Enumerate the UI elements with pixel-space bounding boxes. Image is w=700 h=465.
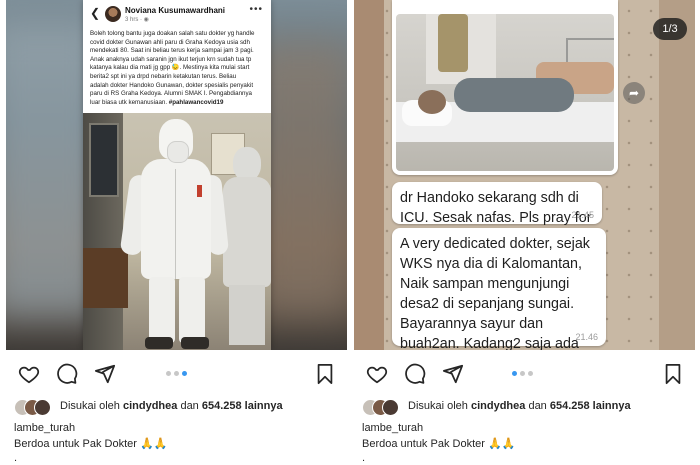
carousel-indicator xyxy=(166,371,190,377)
back-arrow-icon: ❮ xyxy=(90,6,101,20)
heart-icon[interactable] xyxy=(366,363,388,385)
comment-icon[interactable] xyxy=(404,363,426,385)
fb-author-name: Noviana Kusumawardhani xyxy=(125,6,226,15)
liker-avatars xyxy=(14,398,54,416)
chat-message: dr Handoko sekarang sdh di ICU. Sesak na… xyxy=(392,182,602,246)
chat-message-time: 21.45 xyxy=(571,210,594,220)
hashtag: #pahlawancovid19 xyxy=(168,98,224,106)
carousel-dot xyxy=(174,371,179,376)
carousel-counter: 1/3 xyxy=(653,18,687,40)
heart-icon[interactable] xyxy=(18,363,40,385)
carousel-dot-active xyxy=(512,371,517,376)
fb-author-avatar xyxy=(105,6,121,22)
share-icon[interactable] xyxy=(442,363,464,385)
post-username[interactable]: lambe_turah xyxy=(14,422,75,434)
post-caption: Berdoa untuk Pak Dokter 🙏🙏 xyxy=(362,438,516,450)
chat-message-time: 21.46 xyxy=(575,332,598,342)
avatar xyxy=(34,399,51,416)
bookmark-icon[interactable] xyxy=(662,363,684,385)
likes-text: Disukai oleh cindydhea dan 654.258 lainn… xyxy=(408,400,631,412)
fb-post-header: ❮ Noviana Kusumawardhani 3 hrs · ◉ ••• xyxy=(83,0,271,26)
more-options-icon: ••• xyxy=(249,4,263,15)
fb-post-time: 3 hrs · ◉ xyxy=(125,17,149,23)
chat-image-bubble xyxy=(392,0,618,175)
carousel-dot xyxy=(528,371,533,376)
carousel-dot-active xyxy=(182,371,187,376)
fb-post-text: Boleh tolong bantu juga doakan salah sat… xyxy=(90,30,255,106)
forward-icon[interactable]: ➦ xyxy=(623,82,645,104)
carousel-indicator xyxy=(512,371,536,377)
fb-photo-doctor-in-ppe xyxy=(83,113,271,350)
likes-row[interactable]: Disukai oleh cindydhea dan 654.258 lainn… xyxy=(362,398,692,416)
likes-text: Disukai oleh cindydhea dan 654.258 lainn… xyxy=(60,400,283,412)
chat-message-text: A very dedicated dokter, sejak WKS nya d… xyxy=(400,236,590,350)
share-icon[interactable] xyxy=(94,363,116,385)
caption-more: . xyxy=(362,452,366,464)
facebook-post-card: ❮ Noviana Kusumawardhani 3 hrs · ◉ ••• B… xyxy=(83,0,271,350)
post-actions xyxy=(354,350,695,396)
chat-message: A very dedicated dokter, sejak WKS nya d… xyxy=(392,228,606,350)
post-image-chat-screenshot[interactable]: dr Handoko sekarang sdh di ICU. Sesak na… xyxy=(354,0,695,350)
post-actions xyxy=(6,350,347,396)
liker-avatars xyxy=(362,398,402,416)
post-left: ❮ Noviana Kusumawardhani 3 hrs · ◉ ••• B… xyxy=(6,0,347,465)
globe-icon: ◉ xyxy=(143,17,149,23)
caption-more: . xyxy=(14,452,18,464)
post-caption: Berdoa untuk Pak Dokter 🙏🙏 xyxy=(14,438,168,450)
carousel-dot xyxy=(166,371,171,376)
likes-row[interactable]: Disukai oleh cindydhea dan 654.258 lainn… xyxy=(14,398,344,416)
carousel-dot xyxy=(520,371,525,376)
post-username[interactable]: lambe_turah xyxy=(362,422,423,434)
avatar xyxy=(382,399,399,416)
hospital-photo xyxy=(396,14,614,171)
post-image-facebook-screenshot[interactable]: ❮ Noviana Kusumawardhani 3 hrs · ◉ ••• B… xyxy=(6,0,347,350)
post-right: dr Handoko sekarang sdh di ICU. Sesak na… xyxy=(354,0,695,465)
comment-icon[interactable] xyxy=(56,363,78,385)
bookmark-icon[interactable] xyxy=(314,363,336,385)
